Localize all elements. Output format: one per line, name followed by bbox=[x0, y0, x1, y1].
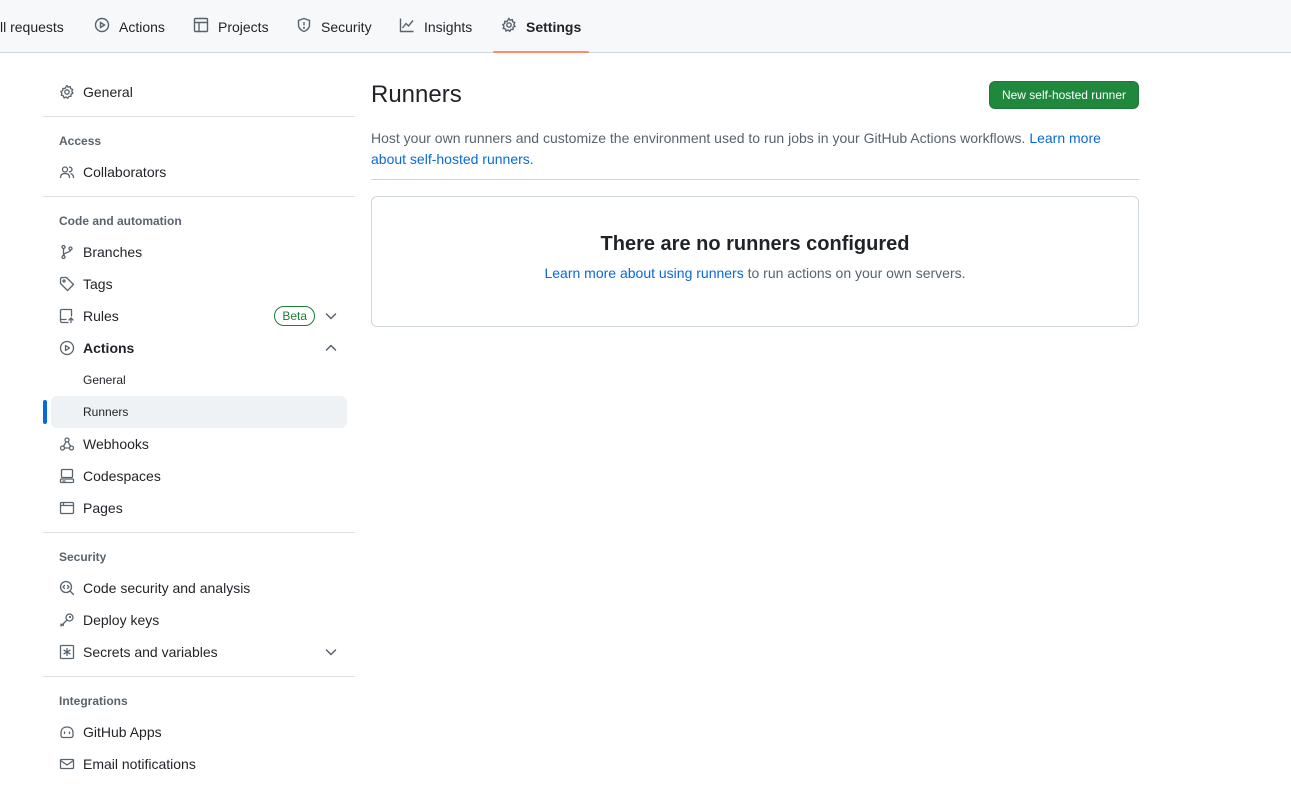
learn-more-runners-link[interactable]: Learn more about using runners bbox=[544, 265, 743, 281]
branch-icon bbox=[59, 244, 75, 260]
blankslate-text: Learn more about using runners to run ac… bbox=[372, 265, 1138, 281]
sidebar-item-codespaces[interactable]: Codespaces bbox=[51, 460, 347, 492]
sidebar-item-label: General bbox=[83, 84, 133, 100]
sidebar-item-actions[interactable]: Actions bbox=[51, 332, 347, 364]
sidebar-subitem-label: Runners bbox=[83, 405, 129, 419]
sidebar-item-label: Deploy keys bbox=[83, 612, 160, 628]
sidebar-item-label: Code security and analysis bbox=[83, 580, 251, 596]
gear-icon bbox=[501, 17, 517, 36]
blankslate: There are no runners configured Learn mo… bbox=[371, 196, 1139, 327]
sidebar-item-label: Webhooks bbox=[83, 436, 149, 452]
sidebar-item-label: Rules bbox=[83, 308, 119, 324]
repo-nav: ll requests Actions Projects Security In… bbox=[0, 0, 1291, 53]
shield-icon bbox=[296, 17, 312, 36]
play-icon bbox=[59, 340, 75, 356]
header-divider bbox=[371, 179, 1139, 180]
sidebar-heading-code-automation: Code and automation bbox=[59, 214, 182, 228]
beta-badge: Beta bbox=[274, 306, 315, 326]
graph-icon bbox=[399, 17, 415, 36]
selected-tab-indicator bbox=[493, 51, 589, 53]
sidebar-subitem-actions-runners[interactable]: Runners bbox=[51, 396, 347, 428]
tab-insights[interactable]: Insights bbox=[399, 0, 472, 53]
sidebar-item-pages[interactable]: Pages bbox=[51, 492, 347, 524]
tab-settings[interactable]: Settings bbox=[501, 0, 581, 53]
sidebar-divider bbox=[43, 196, 355, 197]
tab-label: Settings bbox=[526, 18, 582, 35]
key-icon bbox=[59, 612, 75, 628]
sidebar-item-general[interactable]: General bbox=[51, 76, 347, 108]
chevron-up-icon[interactable] bbox=[323, 340, 339, 356]
sidebar-item-email-notifications[interactable]: Email notifications bbox=[51, 748, 347, 780]
chevron-down-icon[interactable] bbox=[323, 644, 339, 660]
new-self-hosted-runner-button[interactable]: New self-hosted runner bbox=[988, 81, 1139, 109]
browser-icon bbox=[59, 500, 75, 516]
tab-label: Actions bbox=[119, 18, 165, 35]
sidebar-item-deploy-keys[interactable]: Deploy keys bbox=[51, 604, 347, 636]
chevron-down-icon[interactable] bbox=[323, 308, 339, 324]
repo-push-icon bbox=[59, 308, 75, 324]
mail-icon bbox=[59, 756, 75, 772]
sidebar-item-label: Pages bbox=[83, 500, 123, 516]
sidebar-divider bbox=[43, 116, 355, 117]
tab-label: Insights bbox=[424, 18, 473, 35]
tab-security[interactable]: Security bbox=[296, 0, 372, 53]
tab-pull-requests[interactable]: ll requests bbox=[0, 0, 64, 53]
sidebar-item-branches[interactable]: Branches bbox=[51, 236, 347, 268]
codespaces-icon bbox=[59, 468, 75, 484]
codescan-icon bbox=[59, 580, 75, 596]
table-icon bbox=[193, 17, 209, 36]
copilot-icon bbox=[59, 724, 75, 740]
asterisk-square-icon bbox=[59, 644, 75, 660]
sidebar-subitem-actions-general[interactable]: General bbox=[51, 364, 347, 396]
page-description: Host your own runners and customize the … bbox=[371, 128, 1139, 170]
sidebar-heading-access: Access bbox=[59, 134, 102, 148]
sidebar-item-label: Codespaces bbox=[83, 468, 161, 484]
tab-label: Projects bbox=[218, 18, 269, 35]
sidebar-item-label: Actions bbox=[83, 340, 135, 356]
webhook-icon bbox=[59, 436, 75, 452]
sidebar-item-github-apps[interactable]: GitHub Apps bbox=[51, 716, 347, 748]
tag-icon bbox=[59, 276, 75, 292]
page-title: Runners bbox=[371, 81, 462, 108]
sidebar-item-rules[interactable]: Rules Beta bbox=[51, 300, 347, 332]
sidebar-divider bbox=[43, 532, 355, 533]
play-icon bbox=[94, 17, 110, 36]
sidebar-heading-security: Security bbox=[59, 550, 107, 564]
sidebar-item-code-security[interactable]: Code security and analysis bbox=[51, 572, 347, 604]
tab-label: ll requests bbox=[0, 18, 64, 35]
sidebar-divider bbox=[43, 676, 355, 677]
sidebar-heading-integrations: Integrations bbox=[59, 694, 128, 708]
active-item-indicator bbox=[43, 400, 47, 424]
gear-icon bbox=[59, 84, 75, 100]
people-icon bbox=[59, 164, 75, 180]
sidebar-item-secrets[interactable]: Secrets and variables bbox=[51, 636, 347, 668]
sidebar-item-collaborators[interactable]: Collaborators bbox=[51, 156, 347, 188]
sidebar-item-label: Branches bbox=[83, 244, 143, 260]
sidebar-item-tags[interactable]: Tags bbox=[51, 268, 347, 300]
sidebar-item-label: Tags bbox=[83, 276, 113, 292]
sidebar-item-label: Secrets and variables bbox=[83, 644, 218, 660]
description-text: Host your own runners and customize the … bbox=[371, 130, 1030, 146]
tab-actions[interactable]: Actions bbox=[94, 0, 165, 53]
tab-projects[interactable]: Projects bbox=[193, 0, 269, 53]
blankslate-heading: There are no runners configured bbox=[600, 233, 910, 255]
sidebar-item-label: Collaborators bbox=[83, 164, 167, 180]
sidebar-item-webhooks[interactable]: Webhooks bbox=[51, 428, 347, 460]
sidebar-subitem-label: General bbox=[83, 373, 126, 387]
tab-label: Security bbox=[321, 18, 372, 35]
blankslate-suffix: to run actions on your own servers. bbox=[743, 265, 966, 281]
sidebar-item-label: GitHub Apps bbox=[83, 724, 162, 740]
sidebar-item-label: Email notifications bbox=[83, 756, 196, 772]
